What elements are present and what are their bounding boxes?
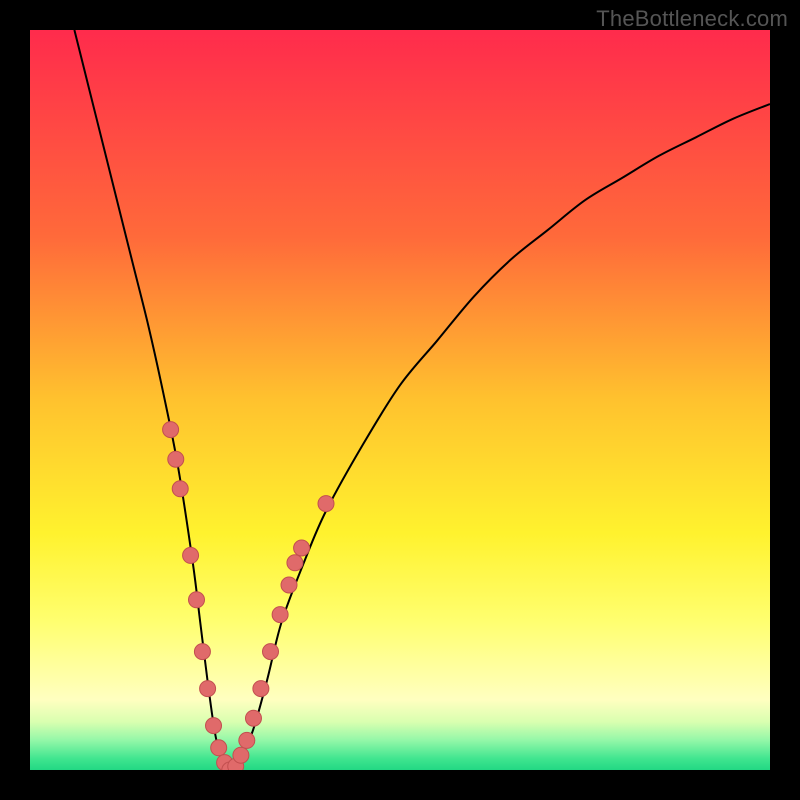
data-marker [194, 644, 210, 660]
data-marker [294, 540, 310, 556]
data-marker [318, 496, 334, 512]
data-marker [263, 644, 279, 660]
data-marker [253, 681, 269, 697]
data-marker [272, 607, 288, 623]
data-marker [287, 555, 303, 571]
data-markers [163, 422, 334, 770]
data-marker [239, 732, 255, 748]
bottleneck-curve-svg [30, 30, 770, 770]
data-marker [163, 422, 179, 438]
plot-area [30, 30, 770, 770]
data-marker [189, 592, 205, 608]
data-marker [183, 547, 199, 563]
data-marker [233, 747, 249, 763]
data-marker [281, 577, 297, 593]
data-marker [168, 451, 184, 467]
data-marker [172, 481, 188, 497]
data-marker [245, 710, 261, 726]
data-marker [211, 740, 227, 756]
bottleneck-curve-path [74, 30, 770, 770]
watermark-text: TheBottleneck.com [596, 6, 788, 32]
chart-frame: TheBottleneck.com [0, 0, 800, 800]
data-marker [200, 681, 216, 697]
data-marker [206, 718, 222, 734]
